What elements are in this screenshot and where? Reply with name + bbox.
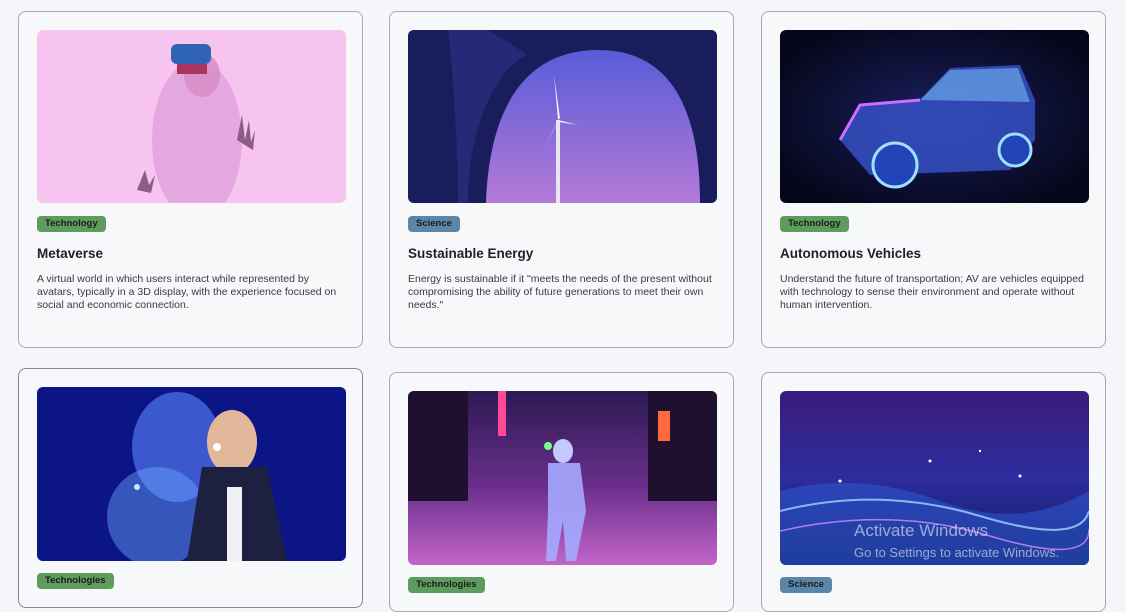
- tag-badge: Technology: [780, 216, 849, 232]
- card-description: Understand the future of transportation;…: [780, 273, 1084, 311]
- card-image-metaverse: [37, 30, 346, 203]
- tag-badge: Technologies: [37, 573, 114, 589]
- card-title: Sustainable Energy: [408, 246, 534, 261]
- activation-watermark-title: Activate Windows: [854, 521, 989, 540]
- card-title: Autonomous Vehicles: [780, 246, 922, 261]
- activation-watermark-subtitle: Go to Settings to activate Windows.: [854, 545, 1060, 560]
- card-image-digital-human: [408, 391, 717, 565]
- tag-badge: Science: [408, 216, 460, 232]
- card-image-autonomous-vehicles: [780, 30, 1089, 203]
- card-digital-human[interactable]: Technologies: [389, 372, 734, 612]
- card-sustainable-energy[interactable]: Science Sustainable Energy Energy is sus…: [389, 11, 734, 348]
- card-title: Metaverse: [37, 246, 104, 261]
- card-metaverse[interactable]: Technology Metaverse A virtual world in …: [18, 11, 363, 348]
- card-image-ai: [37, 387, 346, 561]
- card-description: Energy is sustainable if it "meets the n…: [408, 273, 712, 311]
- card-data-science[interactable]: Science: [761, 372, 1106, 612]
- tag-badge: Technologies: [408, 577, 485, 593]
- card-autonomous-vehicles[interactable]: Technology Autonomous Vehicles Understan…: [761, 11, 1106, 348]
- tag-badge: Technology: [37, 216, 106, 232]
- card-ai-technologies[interactable]: Technologies: [18, 368, 363, 608]
- card-description: A virtual world in which users interact …: [37, 273, 337, 311]
- tag-badge: Science: [780, 577, 832, 593]
- card-image-sustainable-energy: [408, 30, 717, 203]
